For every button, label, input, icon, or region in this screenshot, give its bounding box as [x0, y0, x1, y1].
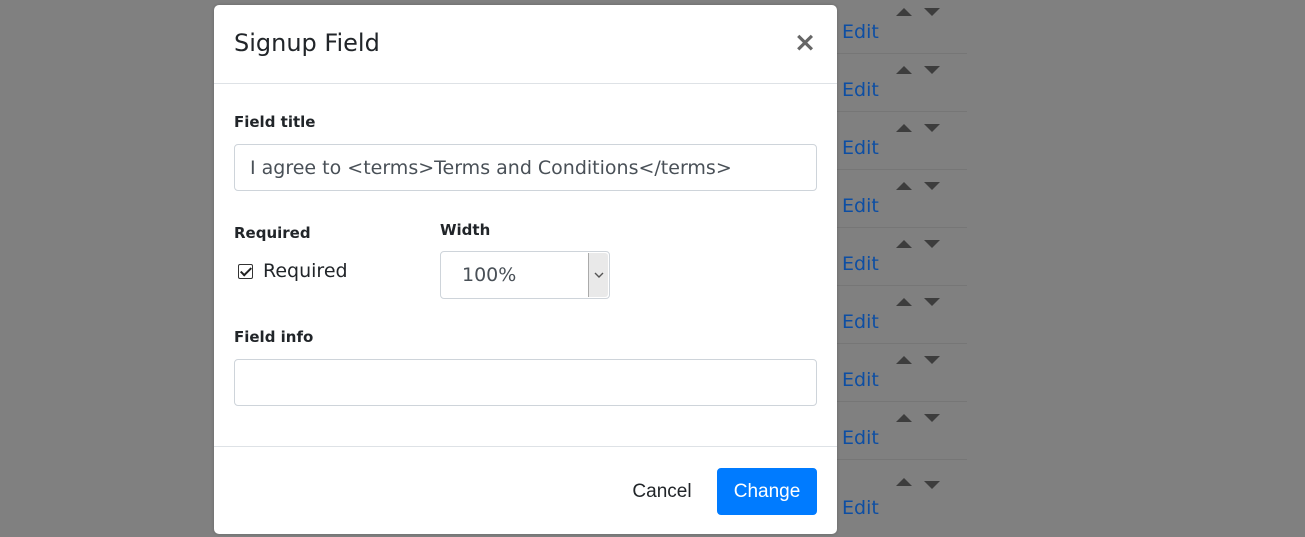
signup-field-modal: Signup Field × Field title I agree to <t…	[214, 5, 837, 534]
field-info-label: Field info	[234, 328, 314, 346]
edit-link[interactable]: Edit	[842, 21, 879, 43]
edit-link[interactable]: Edit	[842, 253, 879, 275]
list-item: Edit	[837, 112, 967, 170]
chevron-down-icon[interactable]	[588, 253, 608, 297]
arrow-up-icon[interactable]	[896, 66, 912, 74]
list-item: Edit	[837, 460, 967, 537]
list-item: Edit	[837, 0, 967, 54]
list-item: Edit	[837, 54, 967, 112]
edit-link[interactable]: Edit	[842, 497, 879, 519]
edit-link[interactable]: Edit	[842, 311, 879, 333]
arrow-up-icon[interactable]	[896, 298, 912, 306]
width-label: Width	[440, 221, 491, 239]
width-select[interactable]: 100%	[440, 251, 610, 299]
field-list: Edit Edit Edit Edit Edit Edit Edit Edit …	[837, 0, 967, 537]
arrow-down-icon[interactable]	[924, 481, 940, 489]
width-select-value: 100%	[462, 264, 517, 286]
required-checkbox[interactable]	[238, 263, 253, 279]
close-icon[interactable]: ×	[793, 29, 817, 57]
list-item: Edit	[837, 228, 967, 286]
list-item: Edit	[837, 344, 967, 402]
field-title-value: I agree to <terms>Terms and Conditions</…	[250, 156, 732, 179]
arrow-up-icon[interactable]	[896, 414, 912, 422]
cancel-button[interactable]: Cancel	[617, 468, 707, 515]
arrow-down-icon[interactable]	[924, 414, 940, 422]
arrow-down-icon[interactable]	[924, 182, 940, 190]
edit-link[interactable]: Edit	[842, 195, 879, 217]
arrow-up-icon[interactable]	[896, 240, 912, 248]
arrow-up-icon[interactable]	[896, 182, 912, 190]
change-button[interactable]: Change	[717, 468, 817, 515]
arrow-down-icon[interactable]	[924, 124, 940, 132]
required-checkbox-label[interactable]: Required	[263, 260, 348, 282]
modal-header: Signup Field ×	[214, 5, 837, 84]
arrow-down-icon[interactable]	[924, 356, 940, 364]
edit-link[interactable]: Edit	[842, 137, 879, 159]
arrow-down-icon[interactable]	[924, 240, 940, 248]
list-item: Edit	[837, 170, 967, 228]
list-item: Edit	[837, 286, 967, 344]
arrow-up-icon[interactable]	[896, 8, 912, 16]
arrow-up-icon[interactable]	[896, 356, 912, 364]
field-title-label: Field title	[234, 113, 316, 131]
required-checkbox-row[interactable]: Required	[238, 260, 348, 282]
field-info-input[interactable]	[234, 359, 817, 406]
required-label: Required	[234, 224, 311, 242]
edit-link[interactable]: Edit	[842, 427, 879, 449]
edit-link[interactable]: Edit	[842, 369, 879, 391]
edit-link[interactable]: Edit	[842, 79, 879, 101]
arrow-down-icon[interactable]	[924, 298, 940, 306]
arrow-up-icon[interactable]	[896, 124, 912, 132]
modal-footer: Cancel Change	[214, 446, 837, 534]
arrow-down-icon[interactable]	[924, 66, 940, 74]
field-title-input[interactable]: I agree to <terms>Terms and Conditions</…	[234, 144, 817, 191]
arrow-up-icon[interactable]	[896, 478, 912, 486]
list-item: Edit	[837, 402, 967, 460]
modal-title: Signup Field	[234, 29, 380, 57]
arrow-down-icon[interactable]	[924, 8, 940, 16]
